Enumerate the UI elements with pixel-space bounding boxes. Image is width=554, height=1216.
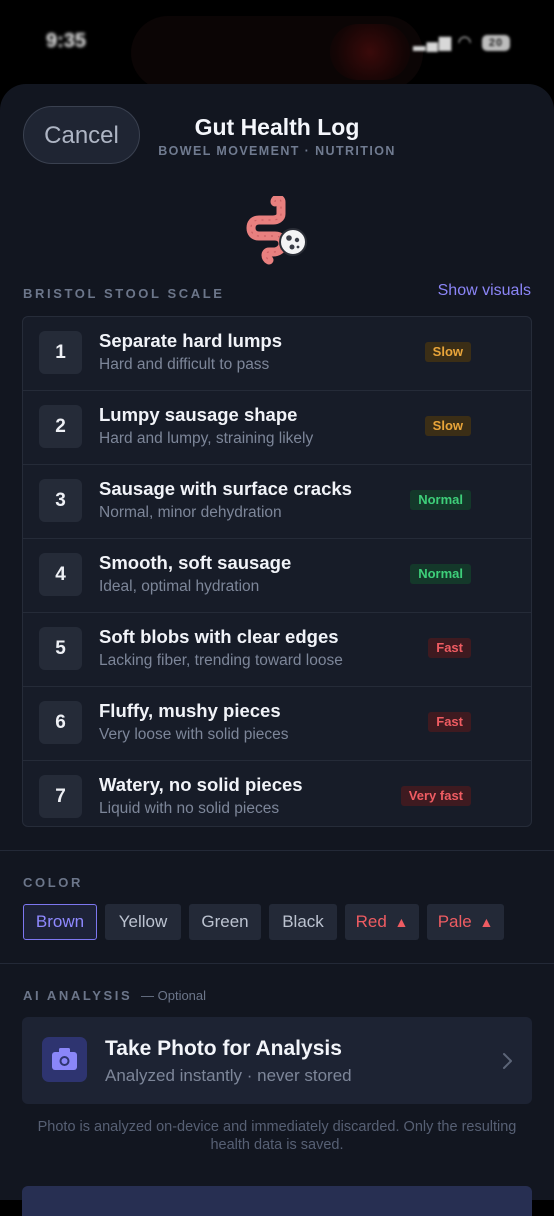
bristol-section-label: BRISTOL STOOL SCALE [23, 286, 225, 301]
chip-label: Green [201, 912, 249, 931]
type-number: 5 [39, 627, 82, 670]
bristol-scale-list: 1 Separate hard lumps Hard and difficult… [22, 316, 532, 827]
type-description: Liquid with no solid pieces [99, 800, 280, 817]
camera-icon [52, 1048, 77, 1070]
color-chip-pale[interactable]: Pale ▲ [427, 904, 504, 940]
page-title: Gut Health Log [194, 114, 360, 140]
chip-label: Red [355, 912, 387, 931]
transit-badge: Fast [428, 638, 471, 658]
show-visuals-link[interactable]: Show visuals [438, 282, 531, 300]
bristol-row-2[interactable]: 2 Lumpy sausage shape Hard and lumpy, st… [23, 391, 531, 465]
type-number: 7 [39, 775, 82, 818]
camera-indicator [330, 24, 410, 80]
chevron-right-icon [503, 1053, 512, 1069]
wifi-icon: ◠ [457, 34, 473, 51]
type-title: Sausage with surface cracks [99, 478, 352, 499]
chip-label: Pale [437, 912, 472, 931]
color-section-label: COLOR [23, 875, 83, 890]
optional-label: — Optional [141, 988, 207, 1003]
intestine-icon [246, 196, 307, 265]
signal-icon: ▂▄▆ [413, 34, 453, 51]
page-subtitle: BOWEL MOVEMENT · NUTRITION [158, 144, 396, 158]
chip-label: Brown [35, 912, 85, 931]
gut-health-sheet: Cancel Gut Health Log BOWEL MOVEMENT · N… [0, 84, 554, 1216]
ai-analysis-section-label: AI ANALYSIS [23, 988, 133, 1003]
photo-card-title: Take Photo for Analysis [105, 1037, 342, 1060]
take-photo-button[interactable]: Take Photo for Analysis Analyzed instant… [22, 1017, 532, 1104]
type-title: Soft blobs with clear edges [99, 626, 339, 647]
color-chip-yellow[interactable]: Yellow [105, 904, 181, 940]
transit-badge: Very fast [400, 786, 471, 806]
battery-icon: 20 [482, 34, 510, 51]
section-divider [0, 850, 554, 851]
type-title: Smooth, soft sausage [99, 552, 292, 573]
chip-label: Black [282, 912, 324, 931]
cancel-button[interactable]: Cancel [23, 106, 140, 164]
type-number: 2 [39, 405, 82, 448]
camera-icon-box [42, 1037, 87, 1082]
type-description: Lacking fiber, trending toward loose [99, 652, 343, 669]
bristol-row-7[interactable]: 7 Watery, no solid pieces Liquid with no… [23, 761, 531, 834]
privacy-disclaimer: Photo is analyzed on-device and immediat… [37, 1119, 517, 1153]
bristol-row-3[interactable]: 3 Sausage with surface cracks Normal, mi… [23, 465, 531, 539]
type-description: Hard and lumpy, straining likely [99, 430, 314, 447]
bristol-row-6[interactable]: 6 Fluffy, mushy pieces Very loose with s… [23, 687, 531, 761]
color-chip-green[interactable]: Green [189, 904, 261, 940]
type-description: Normal, minor dehydration [99, 504, 282, 521]
type-description: Very loose with solid pieces [99, 726, 289, 743]
type-number: 1 [39, 331, 82, 374]
type-title: Separate hard lumps [99, 330, 283, 351]
transit-badge: Slow [424, 416, 471, 436]
photo-card-subtitle: Analyzed instantly · never stored [105, 1066, 352, 1085]
status-icons: ▂▄▆ ◠ 20 [413, 32, 510, 52]
type-title: Watery, no solid pieces [99, 774, 303, 795]
status-time: 9:35 [46, 30, 87, 52]
save-button[interactable] [22, 1186, 532, 1216]
type-number: 6 [39, 701, 82, 744]
color-chip-brown[interactable]: Brown [23, 904, 97, 940]
color-chip-black[interactable]: Black [269, 904, 337, 940]
transit-badge: Normal [410, 564, 471, 584]
bristol-row-5[interactable]: 5 Soft blobs with clear edges Lacking fi… [23, 613, 531, 687]
color-chip-red[interactable]: Red ▲ [345, 904, 419, 940]
transit-badge: Fast [428, 712, 471, 732]
type-number: 4 [39, 553, 82, 596]
type-description: Hard and difficult to pass [99, 356, 270, 373]
chip-label: Yellow [118, 912, 168, 931]
type-title: Fluffy, mushy pieces [99, 700, 281, 721]
transit-badge: Slow [424, 342, 471, 362]
transit-badge: Normal [410, 490, 471, 510]
type-description: Ideal, optimal hydration [99, 578, 260, 595]
status-bar: 9:35 ▂▄▆ ◠ 20 [0, 0, 554, 90]
warning-icon: ▲ [394, 914, 409, 930]
type-title: Lumpy sausage shape [99, 404, 298, 425]
type-number: 3 [39, 479, 82, 522]
bristol-row-4[interactable]: 4 Smooth, soft sausage Ideal, optimal hy… [23, 539, 531, 613]
section-divider [0, 963, 554, 964]
warning-icon: ▲ [479, 914, 494, 930]
bristol-row-1[interactable]: 1 Separate hard lumps Hard and difficult… [23, 317, 531, 391]
